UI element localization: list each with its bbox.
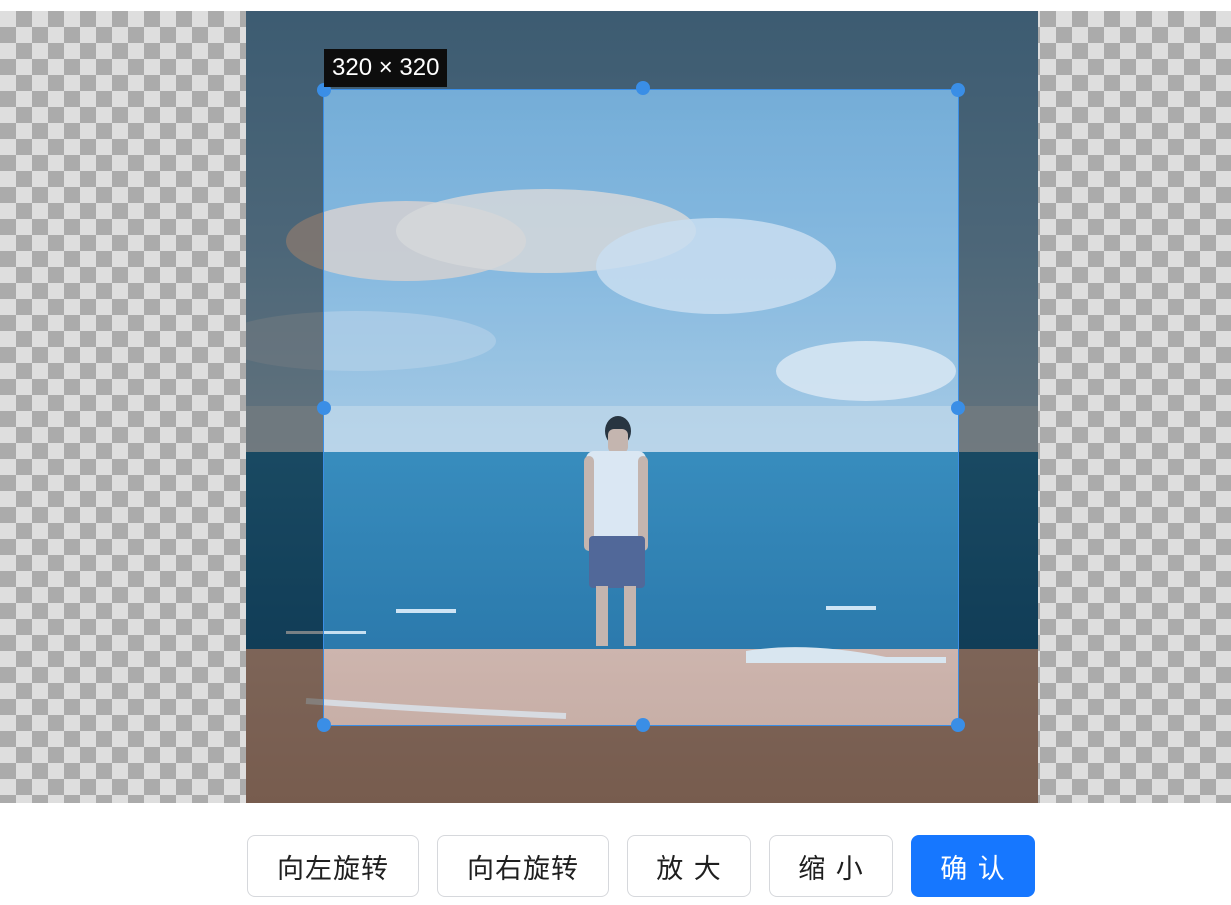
confirm-button[interactable]: 确 认 (911, 835, 1035, 897)
image-cropper[interactable]: 320 × 320 (0, 11, 1231, 803)
zoom-in-button[interactable]: 放 大 (627, 835, 751, 897)
crop-size-label: 320 × 320 (324, 49, 448, 87)
crop-selection-box[interactable] (323, 89, 959, 726)
cropper-toolbar: 向左旋转 向右旋转 放 大 缩 小 确 认 (0, 835, 1231, 899)
crop-handle-top-right[interactable] (951, 83, 965, 97)
crop-handle-bottom-right[interactable] (951, 718, 965, 732)
zoom-out-button[interactable]: 缩 小 (769, 835, 893, 897)
crop-handle-bottom[interactable] (636, 718, 650, 732)
crop-handle-top[interactable] (636, 81, 650, 95)
crop-handle-left[interactable] (317, 401, 331, 415)
rotate-left-button[interactable]: 向左旋转 (247, 835, 419, 897)
crop-handle-right[interactable] (951, 401, 965, 415)
rotate-right-button[interactable]: 向右旋转 (437, 835, 609, 897)
crop-handle-bottom-left[interactable] (317, 718, 331, 732)
